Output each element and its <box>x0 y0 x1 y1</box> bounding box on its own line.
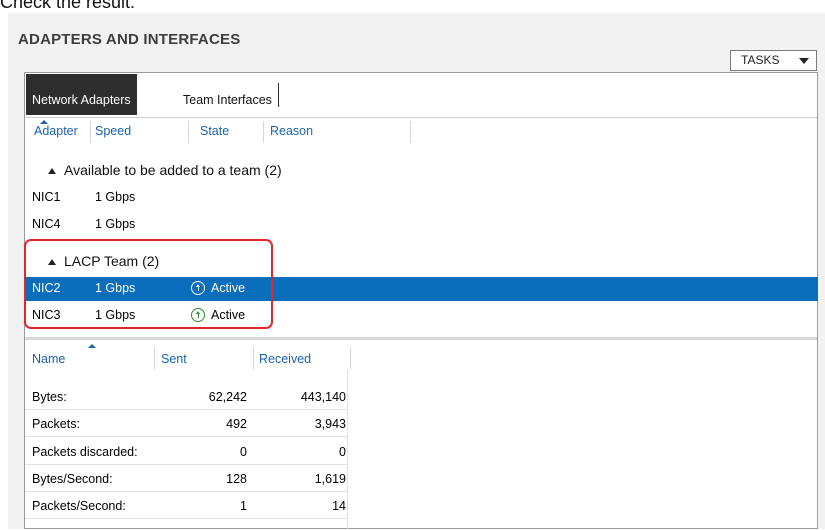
tasks-label: TASKS <box>741 53 780 67</box>
table-row[interactable]: NIC4 1 Gbps <box>26 213 818 237</box>
tasks-dropdown[interactable]: TASKS <box>730 50 817 71</box>
tab-network-adapters[interactable]: Network Adapters <box>26 74 137 115</box>
column-divider <box>263 121 264 143</box>
stat-sent: 128 <box>226 472 247 486</box>
tab-bar: Network Adapters Team Interfaces <box>25 73 817 118</box>
table-row-selected[interactable]: NIC2 1 Gbps Active <box>26 277 818 301</box>
column-header-received[interactable]: Received <box>259 352 311 366</box>
collapse-triangle-icon <box>48 168 56 174</box>
adapter-speed: 1 Gbps <box>95 281 136 295</box>
table-row[interactable]: NIC3 1 Gbps Active <box>26 304 818 328</box>
sort-ascending-icon <box>88 344 96 348</box>
collapse-triangle-icon <box>48 259 56 265</box>
active-up-arrow-icon <box>191 308 205 322</box>
stat-sent: 0 <box>240 445 247 459</box>
stat-received: 443,140 <box>300 390 346 404</box>
adapter-state: Active <box>211 281 246 295</box>
column-divider <box>350 347 351 369</box>
adapter-name: NIC1 <box>32 190 61 204</box>
adapter-speed: 1 Gbps <box>95 190 136 204</box>
stat-name: Packets discarded: <box>32 445 138 459</box>
column-divider <box>188 121 189 143</box>
stat-sent: 1 <box>240 499 247 513</box>
column-divider <box>410 121 411 143</box>
stat-sent: 62,242 <box>208 390 247 404</box>
group-header-available[interactable]: Available to be added to a team (2) <box>48 162 282 178</box>
stat-received: 3,943 <box>314 417 346 431</box>
column-divider <box>154 347 155 369</box>
column-header-adapter[interactable]: Adapter <box>34 124 78 138</box>
adapter-name: NIC4 <box>32 217 61 231</box>
row-divider <box>25 491 347 492</box>
adapter-name: NIC2 <box>32 281 61 295</box>
section-title: ADAPTERS AND INTERFACES <box>18 31 241 48</box>
active-up-arrow-icon <box>191 281 205 295</box>
column-header-reason[interactable]: Reason <box>270 124 313 138</box>
adapter-name: NIC3 <box>32 308 61 322</box>
column-header-name[interactable]: Name <box>32 352 65 366</box>
row-divider <box>25 464 347 465</box>
stat-sent: 492 <box>226 417 247 431</box>
adapter-speed: 1 Gbps <box>95 308 136 322</box>
tab-separator <box>278 83 279 107</box>
column-header-speed[interactable]: Speed <box>95 124 131 138</box>
pane-splitter[interactable] <box>25 337 817 340</box>
chevron-down-icon <box>799 58 809 64</box>
stat-received: 14 <box>332 499 346 513</box>
grid-edge <box>347 369 348 530</box>
column-divider <box>253 347 254 369</box>
stat-name: Packets/Second: <box>32 499 126 513</box>
group-header-lacp-team[interactable]: LACP Team (2) <box>48 253 159 269</box>
table-row[interactable]: NIC1 1 Gbps <box>26 186 818 210</box>
row-divider <box>25 518 347 519</box>
adapters-panel: Network Adapters Team Interfaces Adapter… <box>24 72 818 530</box>
stat-name: Packets: <box>32 417 80 431</box>
column-header-state[interactable]: State <box>200 124 229 138</box>
instruction-caption: Check the result: <box>0 0 136 12</box>
group-label: LACP Team (2) <box>64 253 160 269</box>
row-divider <box>25 409 347 410</box>
adapter-speed: 1 Gbps <box>95 217 136 231</box>
stat-received: 1,619 <box>314 472 346 486</box>
adapter-state: Active <box>211 308 246 322</box>
row-divider <box>25 436 347 437</box>
stat-name: Bytes: <box>32 390 67 404</box>
stat-name: Bytes/Second: <box>32 472 113 486</box>
column-divider <box>90 121 91 143</box>
column-header-sent[interactable]: Sent <box>161 352 187 366</box>
tab-team-interfaces[interactable]: Team Interfaces <box>177 74 278 115</box>
group-label: Available to be added to a team (2) <box>64 162 282 178</box>
stat-received: 0 <box>339 445 346 459</box>
